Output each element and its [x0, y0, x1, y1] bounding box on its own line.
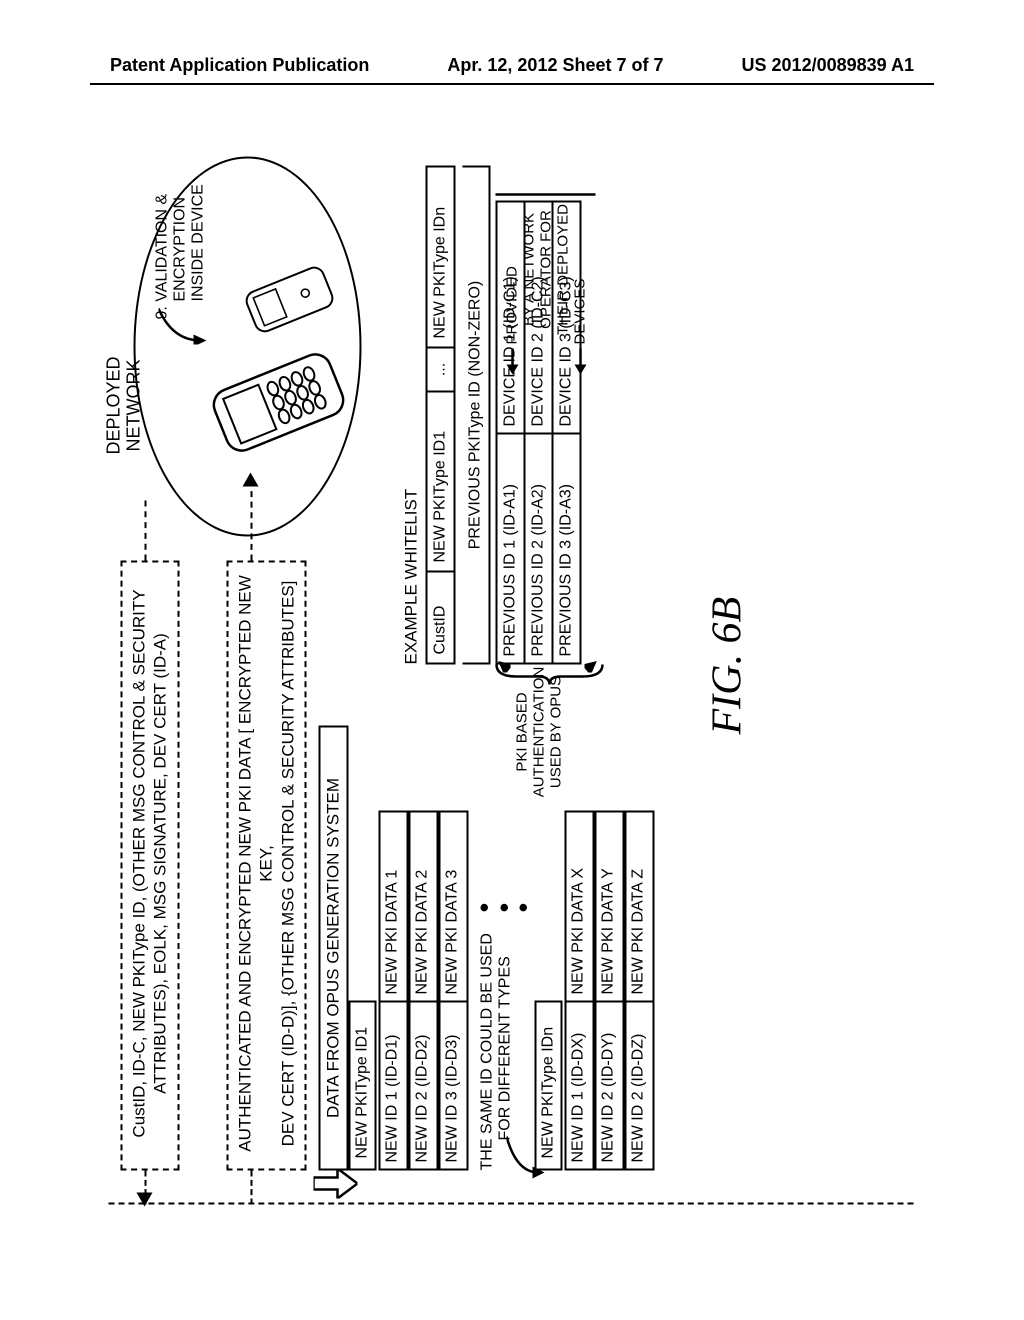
msg-box-1: CustID, ID-C, NEW PKIType ID, (OTHER MSG… [121, 561, 180, 1171]
data-group-2: NEW ID 1 (ID-DX)NEW PKI DATA X NEW ID 2 … [565, 811, 655, 1171]
prov-arrow-top [505, 349, 519, 375]
caption-9: 9. VALIDATION & ENCRYPTION INSIDE DEVICE [154, 140, 208, 320]
header-right: US 2012/0089839 A1 [742, 55, 914, 76]
g2r2c1: NEW ID 2 (ID-DY) [595, 1001, 625, 1171]
msg2-line1: AUTHENTICATED AND ENCRYPTED NEW PKI DATA… [235, 573, 278, 1155]
header-left: Patent Application Publication [110, 55, 369, 76]
dep-l1: DEPLOYED [105, 356, 125, 454]
figure-label: FIG. 6B [704, 597, 752, 735]
g1r1c1: NEW ID 1 (ID-D1) [379, 1001, 409, 1171]
arrowhead-left-icon [137, 1193, 153, 1207]
conn-2a [251, 1171, 253, 1205]
g1r1c2: NEW PKI DATA 1 [379, 811, 409, 1001]
right-line [496, 187, 596, 203]
prov-arrow-bot [573, 349, 587, 375]
whitelist-prev-header: PREVIOUS PKIType ID (NON-ZERO) [463, 166, 491, 665]
pkitype-idn-header: NEW PKIType IDn [535, 1001, 563, 1171]
msg1-line1: CustID, ID-C, NEW PKIType ID, (OTHER MSG… [129, 573, 150, 1155]
figure-6b: CustID, ID-C, NEW PKIType ID, (OTHER MSG… [0, 278, 1024, 1083]
phone-small-icon [245, 265, 335, 335]
whitelist-header-row: CustID NEW PKIType ID1 ... NEW PKIType I… [426, 166, 456, 665]
note1-l1: THE SAME ID COULD BE USED [479, 841, 497, 1171]
g1r2c2: NEW PKI DATA 2 [409, 811, 439, 1001]
conn-1b [145, 501, 147, 561]
msg1-line2: ATTRIBUTES), EOLK, MSG SIGNATURE, DEV CE… [150, 573, 171, 1155]
g1r3c2: NEW PKI DATA 3 [439, 811, 469, 1001]
sheet-divider [109, 1203, 914, 1205]
prov-l5: DEVICES [572, 279, 589, 345]
pkitype-id1-header: NEW PKIType ID1 [349, 1001, 377, 1171]
bracket-arrow-top [497, 659, 511, 673]
g2r2c2: NEW PKI DATA Y [595, 811, 625, 1001]
header-center: Apr. 12, 2012 Sheet 7 of 7 [447, 55, 663, 76]
wl-h-custid: CustID [426, 571, 456, 665]
wl-r3c1: PREVIOUS ID 3 (ID-A3) [554, 433, 582, 665]
cap9-l3: INSIDE DEVICE [190, 140, 208, 320]
g2r1c1: NEW ID 1 (ID-DX) [565, 1001, 595, 1171]
same-id-note: THE SAME ID COULD BE USED FOR DIFFERENT … [479, 841, 515, 1171]
page-header: Patent Application Publication Apr. 12, … [0, 55, 1024, 76]
wl-h-newid1: NEW PKIType ID1 [426, 391, 456, 571]
g2r1c2: NEW PKI DATA X [565, 811, 595, 1001]
header-rule [90, 83, 934, 85]
prov-l1: PROVIDED [504, 266, 521, 344]
cap9-l2: ENCRYPTION [172, 140, 190, 320]
msg2-line2: DEV CERT (ID-D)], {OTHER MSG CONTROL & S… [277, 573, 298, 1155]
msg-box-2: AUTHENTICATED AND ENCRYPTED NEW PKI DATA… [227, 561, 307, 1171]
cap9-connector [159, 305, 207, 345]
cap9-l1: 9. VALIDATION & [154, 140, 172, 320]
wl-r1c1: PREVIOUS ID 1 (ID-A1) [496, 433, 526, 665]
wl-h-newidn: NEW PKIType IDn [426, 166, 456, 347]
g1r2c1: NEW ID 2 (ID-D2) [409, 1001, 439, 1171]
bracket-arrow-bot [585, 659, 599, 673]
g2r3c2: NEW PKI DATA Z [625, 811, 655, 1001]
arrow-down-icon [314, 1169, 358, 1199]
page: Patent Application Publication Apr. 12, … [0, 0, 1024, 1320]
g1r3c1: NEW ID 3 (ID-D3) [439, 1001, 469, 1171]
gen-system-title: DATA FROM OPUS GENERATION SYSTEM [319, 726, 349, 1171]
g2r3c1: NEW ID 2 (ID-DZ) [625, 1001, 655, 1171]
wl-h-dots: ... [426, 347, 456, 391]
whitelist-title: EXAMPLE WHITELIST [402, 489, 422, 665]
wl-r2c1: PREVIOUS ID 2 (ID-A2) [526, 433, 554, 665]
figure-inner: CustID, ID-C, NEW PKIType ID, (OTHER MSG… [109, 155, 914, 1205]
data-group-1: NEW ID 1 (ID-D1)NEW PKI DATA 1 NEW ID 2 … [379, 811, 469, 1171]
phone-large-icon [209, 343, 349, 463]
note1-l2: FOR DIFFERENT TYPES [497, 841, 515, 1171]
